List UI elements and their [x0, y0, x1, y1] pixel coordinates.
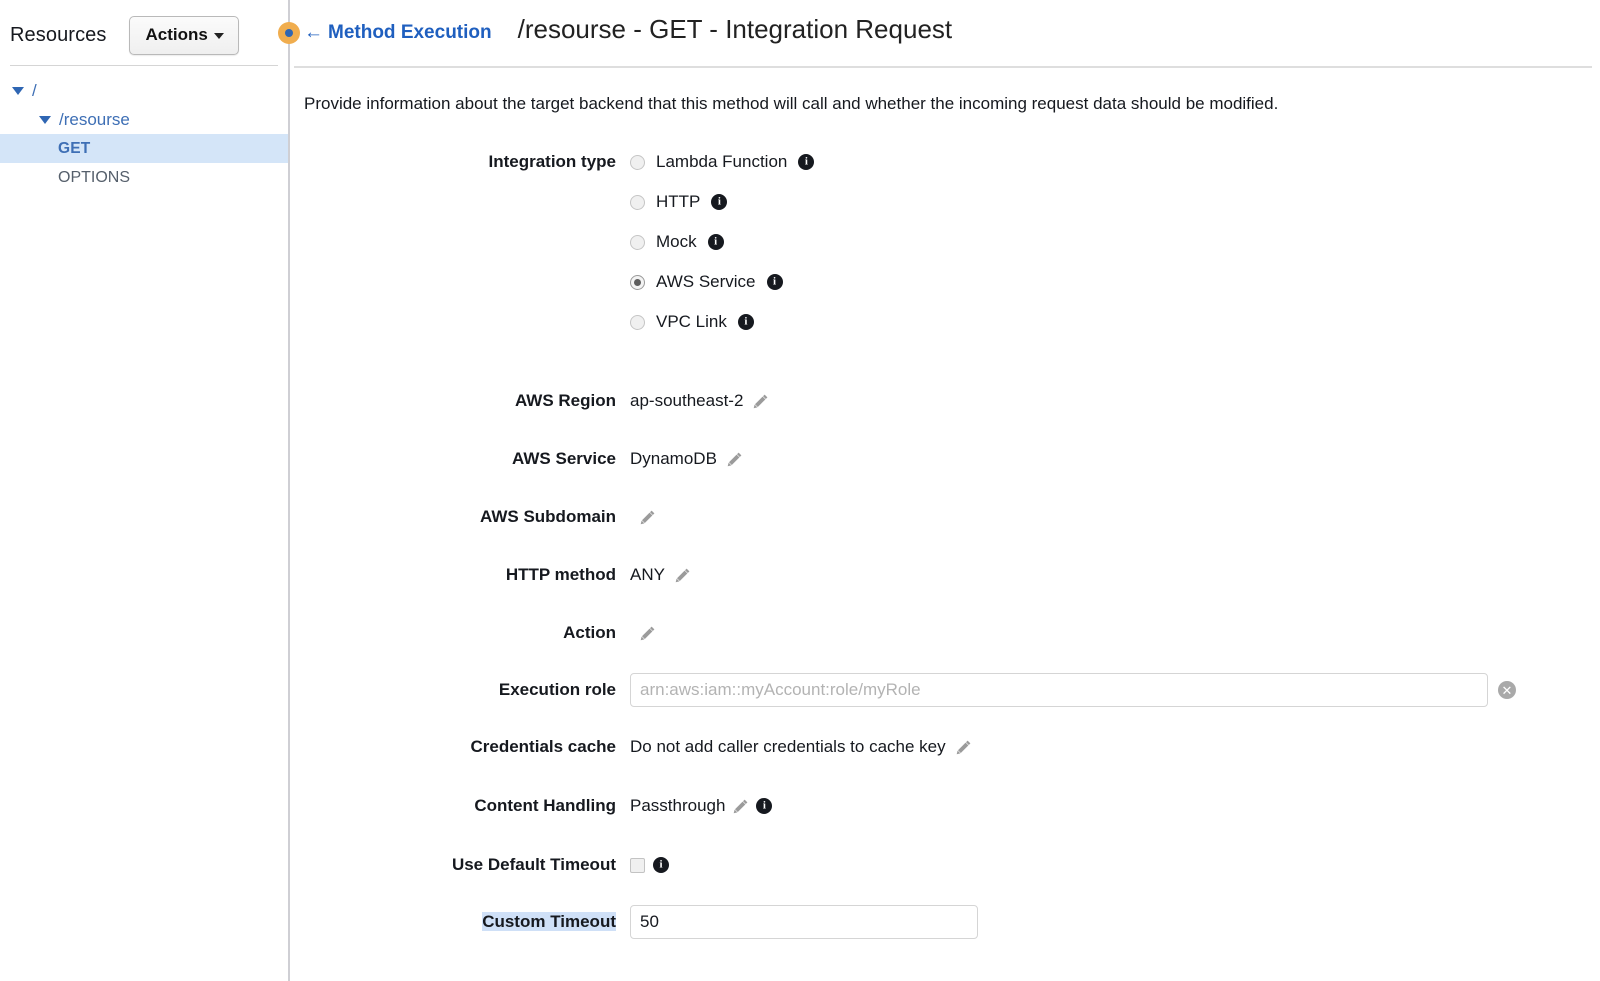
sidebar-title: Resources: [10, 23, 107, 46]
back-to-method-execution-link[interactable]: ← Method Execution: [304, 22, 492, 44]
caret-down-icon[interactable]: [12, 86, 24, 95]
main-panel: ← Method Execution /resourse - GET - Int…: [290, 0, 1600, 981]
radio-button[interactable]: [630, 234, 645, 250]
radio-button[interactable]: [630, 314, 645, 330]
radio-vpc-link-label: VPC Link: [656, 312, 727, 331]
actions-button-label: Actions: [145, 24, 208, 44]
radio-vpc-link[interactable]: VPC Link i: [630, 302, 1600, 342]
tree-item-get-label: GET: [58, 139, 91, 157]
api-gateway-integration-request-page: Resources Actions / /resourse GET OPTION…: [0, 0, 1600, 981]
info-icon[interactable]: i: [798, 154, 815, 170]
actions-button[interactable]: Actions: [128, 15, 239, 55]
radio-aws-service[interactable]: AWS Service i: [630, 262, 1600, 302]
field-custom-timeout: Custom Timeout: [290, 894, 1600, 950]
radio-button-selected[interactable]: [630, 274, 645, 290]
pencil-icon[interactable]: [674, 567, 691, 584]
page-description: Provide information about the target bac…: [304, 94, 1279, 113]
aws-subdomain-label: AWS Subdomain: [480, 507, 616, 526]
field-aws-region: AWS Region ap-southeast-2: [290, 372, 1600, 430]
field-aws-subdomain: AWS Subdomain: [290, 488, 1600, 546]
credentials-cache-value: Do not add caller credentials to cache k…: [630, 737, 946, 756]
use-default-timeout-checkbox[interactable]: [630, 857, 645, 873]
radio-lambda-function[interactable]: Lambda Function i: [630, 142, 1600, 182]
action-label: Action: [563, 623, 616, 642]
field-aws-service: AWS Service DynamoDB: [290, 430, 1600, 488]
http-method-label: HTTP method: [505, 565, 616, 584]
pencil-icon[interactable]: [639, 625, 656, 642]
field-integration-type: Integration type Lambda Function i HTTP …: [290, 142, 1600, 342]
pencil-icon[interactable]: [726, 451, 743, 468]
info-icon[interactable]: i: [737, 314, 754, 330]
radio-http-label: HTTP: [656, 192, 701, 211]
radio-mock[interactable]: Mock i: [630, 222, 1600, 262]
pencil-icon[interactable]: [955, 739, 972, 756]
tree-item-options-label: OPTIONS: [58, 168, 131, 186]
execution-role-label: Execution role: [498, 680, 616, 699]
radio-button[interactable]: [630, 154, 645, 170]
integration-type-label: Integration type: [488, 152, 616, 171]
execution-role-input[interactable]: [630, 673, 1488, 707]
custom-timeout-input[interactable]: [630, 905, 978, 939]
info-icon[interactable]: i: [707, 234, 724, 250]
field-http-method: HTTP method ANY: [290, 546, 1600, 604]
arrow-left-icon: ←: [304, 22, 323, 43]
tree-item-resourse-label: /resourse: [59, 109, 130, 129]
integration-type-radio-group: Lambda Function i HTTP i Mock i AWS Serv…: [630, 142, 1600, 342]
use-default-timeout-label: Use Default Timeout: [451, 855, 616, 874]
resource-tree: / /resourse GET OPTIONS: [0, 66, 288, 192]
aws-service-label: AWS Service: [512, 449, 616, 468]
aws-region-value: ap-southeast-2: [630, 391, 744, 410]
tree-item-root[interactable]: /: [0, 76, 288, 105]
radio-http[interactable]: HTTP i: [630, 182, 1600, 222]
field-content-handling: Content Handling Passthrough i: [290, 776, 1600, 836]
caret-down-icon[interactable]: [39, 115, 51, 124]
chevron-down-icon: [213, 32, 224, 39]
content-handling-label: Content Handling: [474, 796, 616, 815]
collapse-handle-dot: [285, 29, 293, 37]
radio-aws-service-label: AWS Service: [656, 272, 756, 291]
radio-button[interactable]: [630, 194, 645, 210]
clear-icon[interactable]: ✕: [1498, 681, 1516, 699]
pencil-icon[interactable]: [752, 393, 769, 410]
integration-request-form: Integration type Lambda Function i HTTP …: [290, 114, 1600, 950]
tree-item-root-label: /: [32, 80, 37, 100]
field-credentials-cache: Credentials cache Do not add caller cred…: [290, 718, 1600, 776]
sidebar-collapse-handle[interactable]: [278, 22, 300, 44]
radio-mock-label: Mock: [656, 232, 697, 251]
credentials-cache-label: Credentials cache: [470, 737, 616, 756]
page-title: /resourse - GET - Integration Request: [517, 14, 953, 44]
sidebar-header: Resources Actions: [0, 0, 288, 56]
http-method-value: ANY: [630, 565, 665, 584]
field-action: Action: [290, 604, 1600, 662]
resources-sidebar: Resources Actions / /resourse GET OPTION…: [0, 0, 288, 981]
info-icon[interactable]: i: [711, 194, 728, 210]
aws-service-value: DynamoDB: [630, 449, 717, 468]
aws-region-label: AWS Region: [514, 391, 616, 410]
radio-lambda-function-label: Lambda Function: [656, 152, 788, 171]
tree-item-get[interactable]: GET: [0, 134, 288, 163]
custom-timeout-label: Custom Timeout: [290, 912, 630, 932]
tree-item-resourse[interactable]: /resourse: [0, 105, 288, 134]
tree-item-options[interactable]: OPTIONS: [0, 163, 288, 192]
pencil-icon[interactable]: [639, 509, 656, 526]
field-use-default-timeout: Use Default Timeout i: [290, 836, 1600, 894]
back-link-label: Method Execution: [328, 21, 492, 43]
custom-timeout-label-text: Custom Timeout: [482, 912, 616, 931]
main-header: ← Method Execution /resourse - GET - Int…: [290, 0, 1600, 58]
info-icon[interactable]: i: [653, 857, 669, 873]
info-icon[interactable]: i: [756, 798, 773, 814]
field-execution-role: Execution role ✕: [290, 662, 1600, 718]
pencil-icon[interactable]: [732, 798, 749, 815]
content-handling-value: Passthrough: [630, 796, 726, 815]
info-icon[interactable]: i: [766, 274, 783, 290]
